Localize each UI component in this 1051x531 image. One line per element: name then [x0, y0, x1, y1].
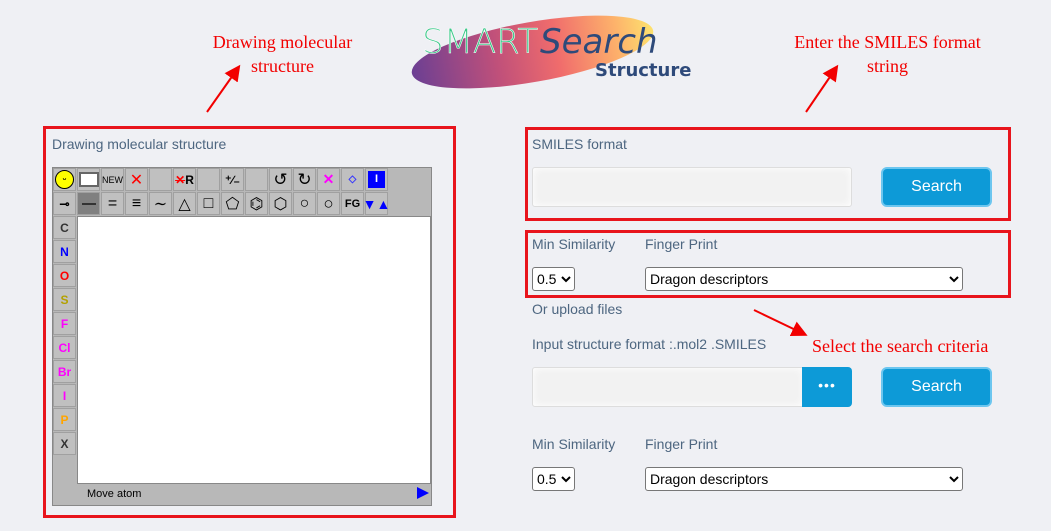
fingerprint-label-2: Finger Print [645, 436, 718, 452]
blank-tool[interactable] [245, 168, 268, 191]
atom-button-cl[interactable]: Cl [53, 336, 76, 359]
double-bond-icon[interactable]: = [101, 192, 124, 215]
browse-button[interactable]: ••• [802, 367, 852, 407]
blank-tool[interactable] [149, 168, 172, 191]
undo-icon[interactable]: ↺ [269, 168, 292, 191]
atom-button-br[interactable]: Br [53, 360, 76, 383]
stereo-bond-icon[interactable]: ⊸ [53, 192, 76, 215]
upload-file-input[interactable] [532, 367, 804, 407]
atom-button-x[interactable]: X [53, 432, 76, 455]
editor-title: Drawing molecular structure [52, 136, 227, 152]
atom-button-p[interactable]: P [53, 408, 76, 431]
cyclopentane-icon[interactable]: ⬠ [221, 192, 244, 215]
min-similarity-label-2: Min Similarity [532, 436, 616, 452]
min-similarity-label: Min Similarity [532, 236, 616, 252]
atom-button-o[interactable]: O [53, 264, 76, 287]
atom-button-n[interactable]: N [53, 240, 76, 263]
rectangle-select-icon[interactable] [77, 168, 100, 191]
fingerprint-select-2[interactable]: Dragon descriptors [645, 467, 963, 491]
upload-or-label: Or upload files [532, 301, 623, 317]
cyclopropane-icon[interactable]: △ [173, 192, 196, 215]
delete-bond-icon[interactable]: ✕ [317, 168, 340, 191]
smiley-icon[interactable]: ᵕ [53, 168, 76, 191]
triple-bond-icon[interactable]: ≡ [125, 192, 148, 215]
blank-tool[interactable] [197, 168, 220, 191]
redo-icon[interactable]: ↻ [293, 168, 316, 191]
editor-status: Move atom [87, 488, 142, 500]
molecule-editor[interactable]: ᵕ NEW ✕ ✕R ⁺∕₋ ↺ ↻ ✕ ◇ I ⊸ = ≡ ∼ △ □ ⬠ ⌬ ⬡ ○ ○ FG ▼▲ C N O S F Cl B… [52, 167, 432, 506]
new-icon[interactable]: NEW [101, 168, 124, 191]
fingerprint-label: Finger Print [645, 236, 718, 252]
min-similarity-select-2[interactable]: 0.5 [532, 467, 575, 491]
charge-icon[interactable]: ⁺∕₋ [221, 168, 244, 191]
fingerprint-select[interactable]: Dragon descriptors [645, 267, 963, 291]
atom-button-i[interactable]: I [53, 384, 76, 407]
info-icon[interactable]: I [365, 168, 388, 191]
play-arrow-icon[interactable] [417, 487, 429, 499]
cyclobutane-icon[interactable]: □ [197, 192, 220, 215]
delete-r-group-icon[interactable]: ✕R [173, 168, 196, 191]
cyclooctane-icon[interactable]: ○ [317, 192, 340, 215]
smiles-label: SMILES format [532, 136, 627, 152]
atom-button-s[interactable]: S [53, 288, 76, 311]
smiles-input[interactable] [532, 167, 852, 207]
min-similarity-select[interactable]: 0.5 [532, 267, 575, 291]
benzene-icon[interactable]: ⌬ [245, 192, 268, 215]
upload-format-label: Input structure format :.mol2 .SMILES [532, 336, 767, 352]
chain-icon[interactable]: ∼ [149, 192, 172, 215]
cycloheptane-icon[interactable]: ○ [293, 192, 316, 215]
template-icon[interactable]: ▼▲ [363, 192, 390, 215]
move-icon[interactable]: ◇ [341, 168, 364, 191]
cyclohexane-icon[interactable]: ⬡ [269, 192, 292, 215]
single-bond-icon[interactable] [77, 192, 100, 215]
functional-group-icon[interactable]: FG [341, 192, 364, 215]
drawing-canvas[interactable] [77, 216, 431, 484]
smiles-search-button[interactable]: Search [881, 167, 992, 207]
upload-search-button[interactable]: Search [881, 367, 992, 407]
atom-button-c[interactable]: C [53, 216, 76, 239]
delete-icon[interactable]: ✕ [125, 168, 148, 191]
atom-button-f[interactable]: F [53, 312, 76, 335]
